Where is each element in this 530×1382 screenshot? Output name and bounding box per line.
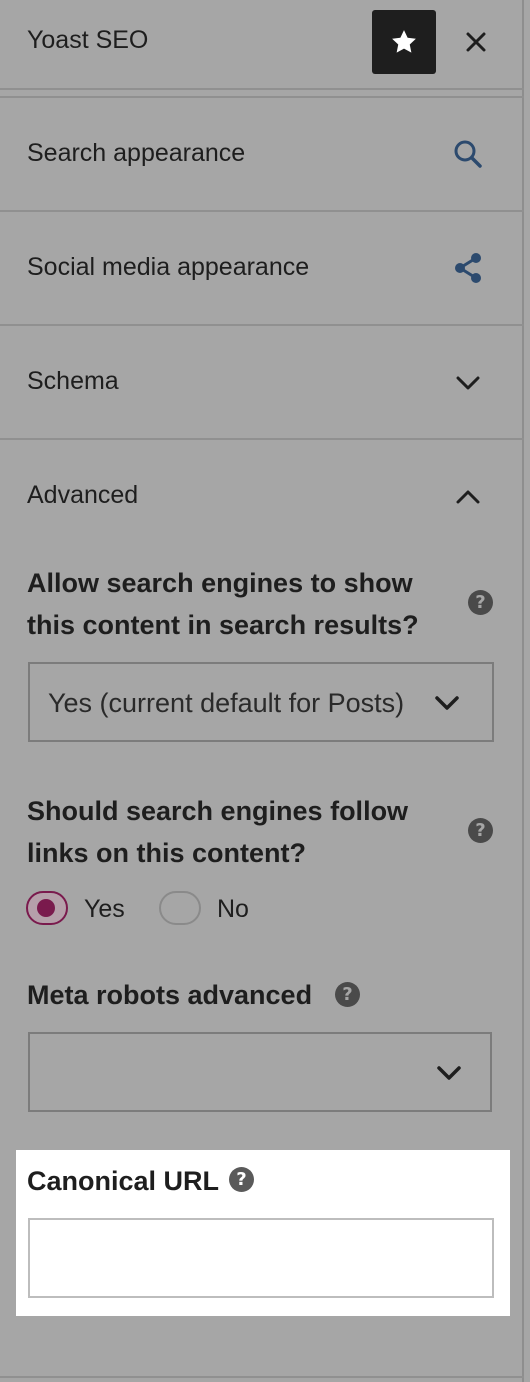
share-icon (448, 248, 488, 288)
star-icon (392, 30, 416, 53)
section-social-media-appearance[interactable]: Social media appearance (0, 212, 524, 326)
chevron-down-icon (448, 363, 488, 403)
question-line: Allow search engines to show (27, 568, 413, 598)
follow-yes-label[interactable]: Yes (84, 895, 125, 924)
help-icon[interactable]: ? (468, 590, 493, 615)
section-label: Social media appearance (27, 253, 310, 281)
chevron-up-icon (448, 477, 488, 517)
follow-no-radio[interactable] (159, 891, 201, 925)
question-line: links on this content? (27, 838, 307, 868)
close-icon (466, 32, 486, 52)
follow-yes-radio[interactable] (26, 891, 68, 925)
search-icon (448, 134, 488, 174)
help-icon[interactable]: ? (468, 818, 493, 843)
panel-header: Yoast SEO (0, 0, 524, 88)
help-icon[interactable]: ? (229, 1167, 254, 1192)
canonical-url-input[interactable] (28, 1218, 494, 1298)
header-divider (0, 88, 524, 90)
section-label: Advanced (27, 481, 139, 509)
chevron-down-icon (432, 1056, 466, 1090)
search-results-question: Allow search engines to show this conten… (27, 562, 419, 646)
question-line: Should search engines follow (27, 796, 409, 826)
meta-robots-label: Meta robots advanced (27, 980, 313, 1010)
yoast-sidebar-panel: Yoast SEO Search appearance Social media… (0, 0, 524, 1382)
follow-links-question: Should search engines follow links on th… (27, 790, 408, 874)
star-button[interactable] (372, 10, 436, 74)
meta-robots-select[interactable] (28, 1032, 492, 1112)
help-icon[interactable]: ? (335, 982, 360, 1007)
section-label: Schema (27, 367, 119, 395)
question-line: this content in search results? (27, 610, 419, 640)
panel-title: Yoast SEO (27, 26, 149, 54)
section-schema[interactable]: Schema (0, 326, 524, 440)
bottom-divider (0, 1376, 524, 1378)
section-search-appearance[interactable]: Search appearance (0, 98, 524, 212)
follow-no-label[interactable]: No (217, 895, 249, 924)
canonical-url-label: Canonical URL (27, 1166, 220, 1196)
section-advanced[interactable]: Advanced (0, 440, 524, 554)
section-label: Search appearance (27, 139, 246, 167)
search-results-select[interactable]: Yes (current default for Posts) (28, 662, 494, 742)
chevron-down-icon (430, 686, 464, 720)
close-button[interactable] (458, 24, 494, 60)
radio-dot (37, 899, 55, 917)
select-value: Yes (current default for Posts) (48, 688, 405, 718)
